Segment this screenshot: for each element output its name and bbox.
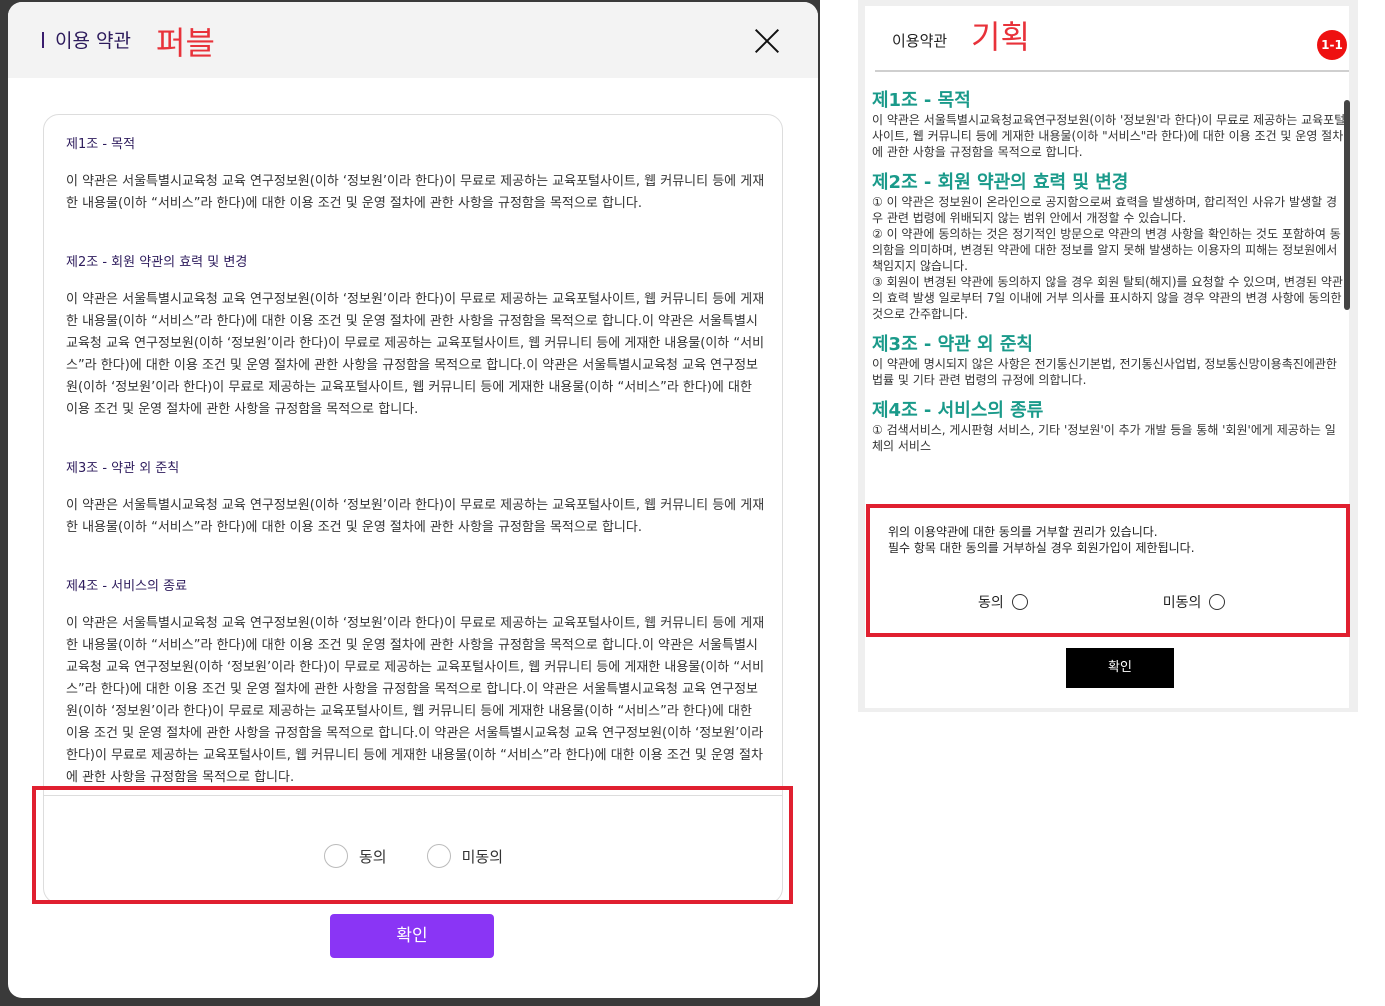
annotation-highlight-box <box>866 504 1350 637</box>
terms-section: 제4조 - 서비스의 종류 ① 검색서비스, 게시판형 서비스, 기타 '정보원… <box>872 400 1346 454</box>
section-title: 제3조 - 약관 외 준칙 <box>66 461 180 476</box>
terms-section: 제1조 - 목적 이 약관은 서울특별시교육청교육연구정보원(이하 '정보원'라… <box>872 90 1346 160</box>
section-body: 이 약관은 서울특별시교육청교육연구정보원(이하 '정보원'라 한다)이 무료로… <box>872 113 1346 159</box>
modal-title: 이용 약관 <box>55 30 131 52</box>
confirm-button[interactable]: 확인 <box>330 914 494 958</box>
section-title: 제4조 - 서비스의 종료 <box>66 579 188 594</box>
section-body: 이 약관은 서울특별시교육청 교육 연구정보원(이하 ‘정보원’이라 한다)이 … <box>66 498 765 535</box>
terms-section: 제3조 - 약관 외 준칙 이 약관은 서울특별시교육청 교육 연구정보원(이하… <box>66 459 766 539</box>
section-title: 제2조 - 회원 약관의 효력 및 변경 <box>66 255 248 270</box>
scrollbar[interactable] <box>1344 100 1350 310</box>
terms-section: 제2조 - 회원 약관의 효력 및 변경 이 약관은 서울특별시교육청 교육 연… <box>66 253 766 421</box>
planning-confirm-button[interactable]: 확인 <box>1066 648 1174 688</box>
close-icon[interactable] <box>754 28 780 54</box>
section-body: 이 약관은 서울특별시교육청 교육 연구정보원(이하 ‘정보원’이라 한다)이 … <box>66 616 765 785</box>
annotation-highlight-box <box>32 786 793 904</box>
section-body: ① 이 약관은 정보원이 온라인으로 공지함으로써 효력을 발생하며, 합리적인… <box>872 195 1343 321</box>
section-body: ① 검색서비스, 게시판형 서비스, 기타 '정보원'이 추가 개발 등을 통해… <box>872 423 1336 453</box>
title-accent-bar <box>42 32 44 48</box>
modal-header: 이용 약관 퍼블 <box>8 2 818 78</box>
step-badge: 1-1 <box>1317 30 1347 60</box>
terms-section: 제4조 - 서비스의 종료 이 약관은 서울특별시교육청 교육 연구정보원(이하… <box>66 577 766 789</box>
planning-terms-scroll-area[interactable]: 제1조 - 목적 이 약관은 서울특별시교육청교육연구정보원(이하 '정보원'라… <box>872 90 1346 490</box>
annotation-label-publishing: 퍼블 <box>156 24 215 62</box>
terms-section: 제1조 - 목적 이 약관은 서울특별시교육청 교육 연구정보원(이하 ‘정보원… <box>66 135 766 215</box>
terms-section: 제3조 - 약관 외 준칙 이 약관에 명시되지 않은 사항은 전기통신기본법,… <box>872 334 1346 388</box>
terms-scroll-area[interactable]: 제1조 - 목적 이 약관은 서울특별시교육청 교육 연구정보원(이하 ‘정보원… <box>66 135 766 827</box>
section-title: 제2조 - 회원 약관의 효력 및 변경 <box>872 172 1129 193</box>
section-title: 제3조 - 약관 외 준칙 <box>872 334 1033 355</box>
section-body: 이 약관에 명시되지 않은 사항은 전기통신기본법, 전기통신사업법, 정보통신… <box>872 357 1337 387</box>
planning-header: 이용약관 기획 1-1 <box>875 10 1349 72</box>
section-title: 제1조 - 목적 <box>872 90 971 111</box>
section-body: 이 약관은 서울특별시교육청 교육 연구정보원(이하 ‘정보원’이라 한다)이 … <box>66 174 765 211</box>
section-title: 제4조 - 서비스의 종류 <box>872 400 1044 421</box>
section-body: 이 약관은 서울특별시교육청 교육 연구정보원(이하 ‘정보원’이라 한다)이 … <box>66 292 765 417</box>
planning-title: 이용약관 <box>892 32 948 50</box>
annotation-label-planning: 기획 <box>971 18 1030 56</box>
section-title: 제1조 - 목적 <box>66 137 136 152</box>
terms-section: 제2조 - 회원 약관의 효력 및 변경 ① 이 약관은 정보원이 온라인으로 … <box>872 172 1346 322</box>
